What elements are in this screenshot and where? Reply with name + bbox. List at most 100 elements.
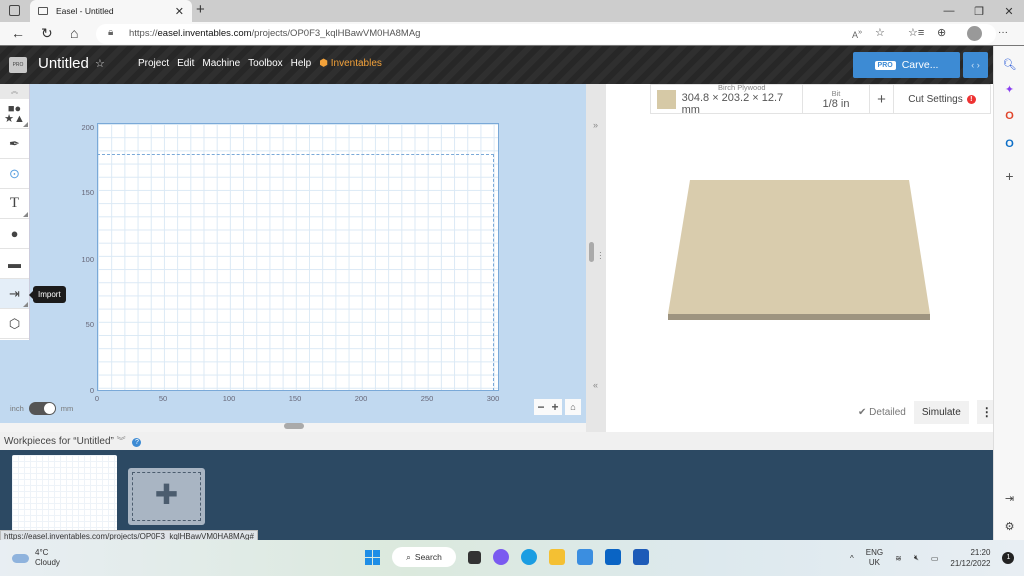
close-window-icon[interactable]: ✕ (994, 5, 1024, 18)
x-tick: 300 (486, 394, 500, 403)
reset-view-home-icon[interactable]: ⌂ (565, 399, 581, 415)
onedrive-photos-icon[interactable] (577, 549, 593, 565)
collections-icon[interactable]: ⊕ (937, 26, 946, 39)
zoom-out-button[interactable]: − (537, 400, 544, 414)
favorites-icon[interactable]: ☆≡ (908, 26, 924, 39)
scrollbar-thumb[interactable] (589, 242, 594, 262)
tool-shapes[interactable]: ■● ★▲ (0, 99, 29, 129)
tool-point[interactable]: ⊙ (0, 159, 29, 189)
collapse-toolbar-icon[interactable]: ︽ (0, 84, 29, 99)
task-view-icon[interactable] (468, 550, 481, 564)
home-icon[interactable]: ⌂ (70, 25, 78, 41)
weather-widget[interactable]: 4°C Cloudy (12, 548, 60, 568)
add-sidebar-app-icon[interactable]: + (994, 168, 1024, 184)
bit-label: Bit (831, 88, 841, 98)
y-tick: 50 (85, 320, 94, 329)
favorite-star-icon[interactable]: ☆ (95, 57, 105, 70)
teams-chat-icon[interactable] (493, 549, 509, 565)
restore-icon[interactable]: ❐ (964, 5, 994, 18)
tray-overflow-icon[interactable]: ^ (850, 554, 854, 563)
plus-icon: ✚ (154, 479, 179, 510)
unit-toggle[interactable] (28, 402, 56, 415)
project-title[interactable]: Untitled (38, 55, 89, 72)
simulate-button[interactable]: Simulate (913, 400, 969, 424)
system-tray: ^ ENG UK ≋ 🔇︎ ▭ 21:20 21/12/2022 1 (850, 547, 1015, 569)
new-tab-button[interactable]: + (196, 1, 205, 18)
tool-apps[interactable]: ▬ (0, 249, 29, 279)
menu-edit[interactable]: Edit (177, 58, 194, 69)
edge-browser-icon[interactable] (521, 549, 537, 565)
copilot-sparkle-icon[interactable]: ✦ (994, 83, 1024, 96)
menu-inventables[interactable]: ⬢ Inventables (319, 58, 382, 69)
taskbar-search[interactable]: ⌕ Search (392, 547, 456, 567)
profile-avatar[interactable] (967, 26, 982, 41)
material-dimensions: 304.8 × 203.2 × 12.7 mm (681, 91, 784, 116)
easel-logo[interactable]: PRO (9, 57, 27, 73)
carve-button[interactable]: PRO Carve... (853, 52, 960, 78)
browser-tab[interactable]: Easel - Untitled ✕ (30, 0, 192, 22)
more-menu-icon[interactable]: ··· (998, 27, 1008, 38)
tool-import[interactable]: ⇥ (0, 279, 29, 309)
horizontal-resize-handle[interactable] (284, 423, 304, 429)
fullscreen-expand-icon[interactable]: ‹ › (963, 52, 988, 78)
unit-mm-label: mm (60, 404, 74, 413)
edge-sidebar: 🔍︎ ✦ O O + ⇥ ⚙ (993, 46, 1024, 540)
bit-selector[interactable]: Bit 1/8 in (803, 85, 870, 113)
cut-settings-label: Cut Settings (908, 93, 963, 105)
material-bar: Birch Plywood 304.8 × 203.2 × 12.7 mm Bi… (650, 83, 991, 116)
panel-splitter[interactable]: » · · · « (586, 84, 606, 432)
lock-icon[interactable]: 🔒︎ (108, 27, 113, 38)
help-icon[interactable]: ? (132, 438, 142, 447)
settings-gear-icon[interactable]: ⚙ (994, 520, 1024, 533)
add-workpiece-button[interactable]: ✚ (128, 468, 205, 525)
clock[interactable]: 21:20 21/12/2022 (950, 547, 990, 569)
expand-right-icon[interactable]: » (593, 120, 598, 130)
import-tooltip: Import (29, 286, 66, 303)
collapse-left-icon[interactable]: « (593, 380, 598, 390)
windows-start-icon[interactable] (365, 549, 380, 565)
workpieces-title: Workpieces for “Untitled” (4, 436, 114, 447)
workpiece-thumbnail[interactable] (12, 455, 117, 535)
language-indicator[interactable]: ENG UK (866, 548, 883, 568)
menu-toolbox[interactable]: Toolbox (248, 58, 282, 69)
tool-3d[interactable]: ⬡ (0, 309, 29, 339)
material-selector[interactable]: Birch Plywood 304.8 × 203.2 × 12.7 mm (651, 83, 803, 116)
menu-project[interactable]: Project (138, 58, 169, 69)
wifi-icon[interactable]: ≋ (895, 554, 902, 563)
workpiece-3d-board (668, 180, 930, 320)
detailed-toggle[interactable]: ✔ Detailed (858, 407, 906, 418)
minimize-icon[interactable]: — (934, 5, 964, 17)
workpieces-header: Workpieces for “Untitled” ︾ ? (0, 432, 993, 450)
menu-machine[interactable]: Machine (202, 58, 240, 69)
favorite-add-icon[interactable]: ☆ (875, 26, 885, 39)
pro-badge: PRO (874, 60, 896, 70)
cloud-icon (12, 553, 29, 563)
outlook-app-icon[interactable] (605, 549, 621, 565)
search-icon[interactable]: 🔍︎ (994, 58, 1024, 71)
cut-settings-button[interactable]: Cut Settings ! (894, 85, 990, 113)
office-icon[interactable]: O (994, 110, 1024, 122)
refresh-icon[interactable]: ↻ (41, 25, 53, 42)
notification-badge[interactable]: 1 (1002, 552, 1015, 564)
tab-actions-icon[interactable] (9, 5, 20, 16)
url-text[interactable]: https://easel.inventables.com/projects/O… (129, 28, 420, 39)
word-app-icon[interactable] (633, 549, 649, 565)
menu-help[interactable]: Help (291, 58, 312, 69)
search-label: Search (414, 552, 442, 562)
add-bit-button[interactable]: + (870, 85, 894, 113)
close-tab-icon[interactable]: ✕ (175, 5, 184, 18)
hide-sidebar-icon[interactable]: ⇥ (994, 492, 1024, 505)
back-icon[interactable]: ← (11, 25, 25, 41)
collapse-workpieces-icon[interactable]: ︾ (117, 436, 126, 446)
unit-inch-label: inch (10, 404, 24, 413)
outlook-icon[interactable]: O (994, 138, 1024, 150)
read-aloud-icon[interactable]: A» (852, 27, 862, 40)
tool-text[interactable]: T (0, 189, 29, 219)
tool-pen[interactable]: ✒︎ (0, 129, 29, 159)
battery-icon[interactable]: ▭ (931, 554, 939, 563)
file-explorer-icon[interactable] (549, 549, 565, 565)
volume-muted-icon[interactable]: 🔇︎ (914, 553, 919, 563)
zoom-in-button[interactable]: + (551, 400, 558, 414)
tool-icons[interactable]: ● (0, 219, 29, 249)
resize-handle-icon[interactable]: · · · (599, 249, 602, 263)
